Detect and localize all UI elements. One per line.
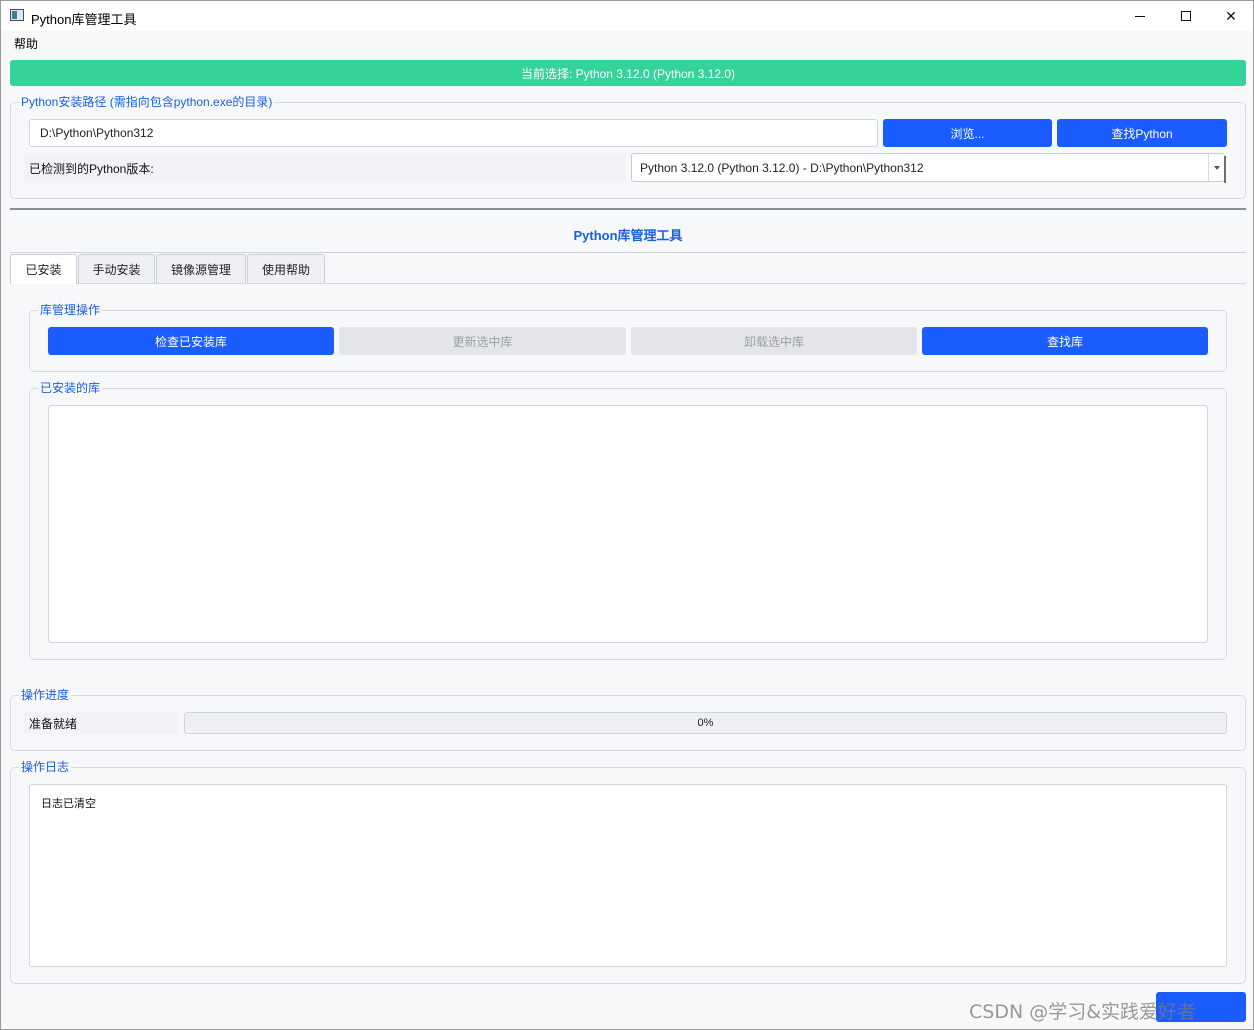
progress-bar-text: 0% xyxy=(697,717,714,729)
current-selection-banner: 当前选择: Python 3.12.0 (Python 3.12.0) xyxy=(10,60,1246,86)
progress-bar: 0% xyxy=(184,712,1227,734)
chevron-down-icon[interactable] xyxy=(1208,154,1224,181)
close-button[interactable]: ✕ xyxy=(1208,1,1254,31)
log-group-title: 操作日志 xyxy=(19,759,72,775)
python-path-input[interactable]: D:\Python\Python312 xyxy=(29,119,878,147)
menu-help[interactable]: 帮助 xyxy=(14,35,38,52)
app-icon xyxy=(10,9,24,21)
close-icon: ✕ xyxy=(1225,7,1237,24)
tab-installed[interactable]: 已安装 xyxy=(10,254,77,284)
python-version-select[interactable]: Python 3.12.0 (Python 3.12.0) - D:\Pytho… xyxy=(631,153,1226,183)
section-divider xyxy=(10,208,1246,210)
browse-button[interactable]: 浏览... xyxy=(883,119,1052,147)
check-installed-button[interactable]: 检查已安装库 xyxy=(48,327,334,355)
minimize-button[interactable] xyxy=(1117,1,1163,31)
tab-help[interactable]: 使用帮助 xyxy=(247,254,325,283)
library-ops-group-title: 库管理操作 xyxy=(38,302,103,318)
main-heading: Python库管理工具 xyxy=(573,228,683,243)
heading-divider xyxy=(10,252,1246,253)
tab-mirror-sources[interactable]: 镜像源管理 xyxy=(156,254,246,283)
installed-libraries-list[interactable] xyxy=(48,405,1208,643)
menu-bar: 帮助 xyxy=(1,31,1253,53)
uninstall-selected-button[interactable]: 卸载选中库 xyxy=(631,327,917,355)
progress-group-title: 操作进度 xyxy=(19,687,72,703)
update-selected-button[interactable]: 更新选中库 xyxy=(339,327,626,355)
tab-manual-install[interactable]: 手动安装 xyxy=(78,254,155,283)
python-path-group: Python安装路径 (需指向包含python.exe的目录) xyxy=(10,94,1246,199)
find-library-button[interactable]: 查找库 xyxy=(922,327,1208,355)
progress-status-label: 准备就绪 xyxy=(24,712,179,734)
select-shadow xyxy=(1224,156,1226,183)
detected-version-label: 已检测到的Python版本: xyxy=(24,153,626,183)
window-title: Python库管理工具 xyxy=(31,12,137,27)
tab-pane-border xyxy=(10,283,1246,284)
watermark: CSDN @学习&实践爱好者 xyxy=(969,1001,1197,1023)
installed-libraries-group-title: 已安装的库 xyxy=(38,380,103,396)
log-textarea[interactable]: 日志已清空 xyxy=(29,784,1227,967)
python-path-group-title: Python安装路径 (需指向包含python.exe的目录) xyxy=(19,94,275,110)
maximize-icon xyxy=(1181,11,1191,21)
find-python-button[interactable]: 查找Python xyxy=(1057,119,1227,147)
minimize-icon xyxy=(1135,15,1145,17)
maximize-button[interactable] xyxy=(1163,1,1209,31)
title-bar: Python库管理工具 ✕ xyxy=(1,1,1253,31)
main-window: Python库管理工具 ✕ 帮助 当前选择: Python 3.12.0 (Py… xyxy=(0,0,1254,1030)
log-line: 日志已清空 xyxy=(41,797,96,810)
python-version-select-value: Python 3.12.0 (Python 3.12.0) - D:\Pytho… xyxy=(640,160,924,175)
